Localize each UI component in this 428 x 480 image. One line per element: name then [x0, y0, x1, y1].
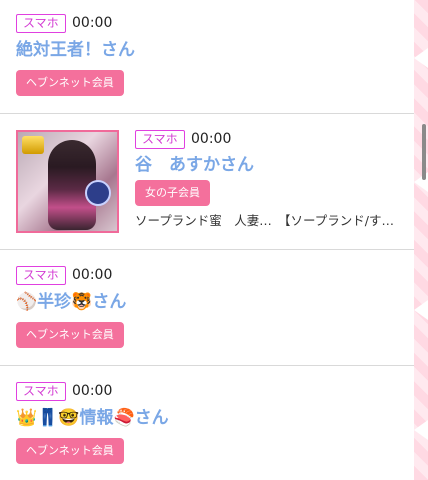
decorative-strip [414, 0, 428, 480]
visit-time: 00:00 [191, 131, 232, 147]
list-item[interactable]: スマホ 00:00 👑👖🤓情報🍣さん ヘブンネット会員 [0, 366, 414, 480]
visitor-name-link[interactable]: 谷 あすかさん [135, 154, 254, 176]
list-item[interactable]: スマホ 00:00 絶対王者！さん ヘブンネット会員 [0, 0, 414, 113]
visit-time: 00:00 [72, 267, 113, 283]
visit-time: 00:00 [72, 15, 113, 31]
visitor-name-link[interactable]: 👑👖🤓情報🍣さん [16, 407, 169, 429]
device-tag: スマホ [16, 14, 66, 33]
device-tag: スマホ [16, 266, 66, 285]
strip-notch [414, 300, 428, 320]
scrollbar[interactable] [422, 124, 426, 180]
visitor-name-link[interactable]: ⚾半珍🐯さん [16, 291, 126, 313]
visitor-name-link[interactable]: 絶対王者！さん [16, 39, 135, 61]
rank-seal-icon [85, 180, 111, 206]
member-badge: ヘブンネット会員 [16, 438, 124, 464]
list-item[interactable]: スマホ 00:00 谷 あすかさん 女の子会員 ソープランド蜜 人妻… 【ソープ… [0, 114, 414, 249]
strip-notch [414, 420, 428, 440]
member-badge: 女の子会員 [135, 180, 210, 206]
shop-description: ソープランド蜜 人妻… 【ソープランド/す… [135, 213, 394, 228]
device-tag: スマホ [16, 382, 66, 401]
device-tag: スマホ [135, 130, 185, 149]
member-badge: ヘブンネット会員 [16, 322, 124, 348]
footprint-list: スマホ 00:00 絶対王者！さん ヘブンネット会員 スマホ 00:00 谷 あ… [0, 0, 414, 480]
strip-notch [414, 48, 428, 68]
profile-thumbnail[interactable] [16, 130, 119, 233]
member-badge: ヘブンネット会員 [16, 70, 124, 96]
visit-time: 00:00 [72, 383, 113, 399]
crown-icon [22, 136, 44, 154]
list-item[interactable]: スマホ 00:00 ⚾半珍🐯さん ヘブンネット会員 [0, 250, 414, 365]
